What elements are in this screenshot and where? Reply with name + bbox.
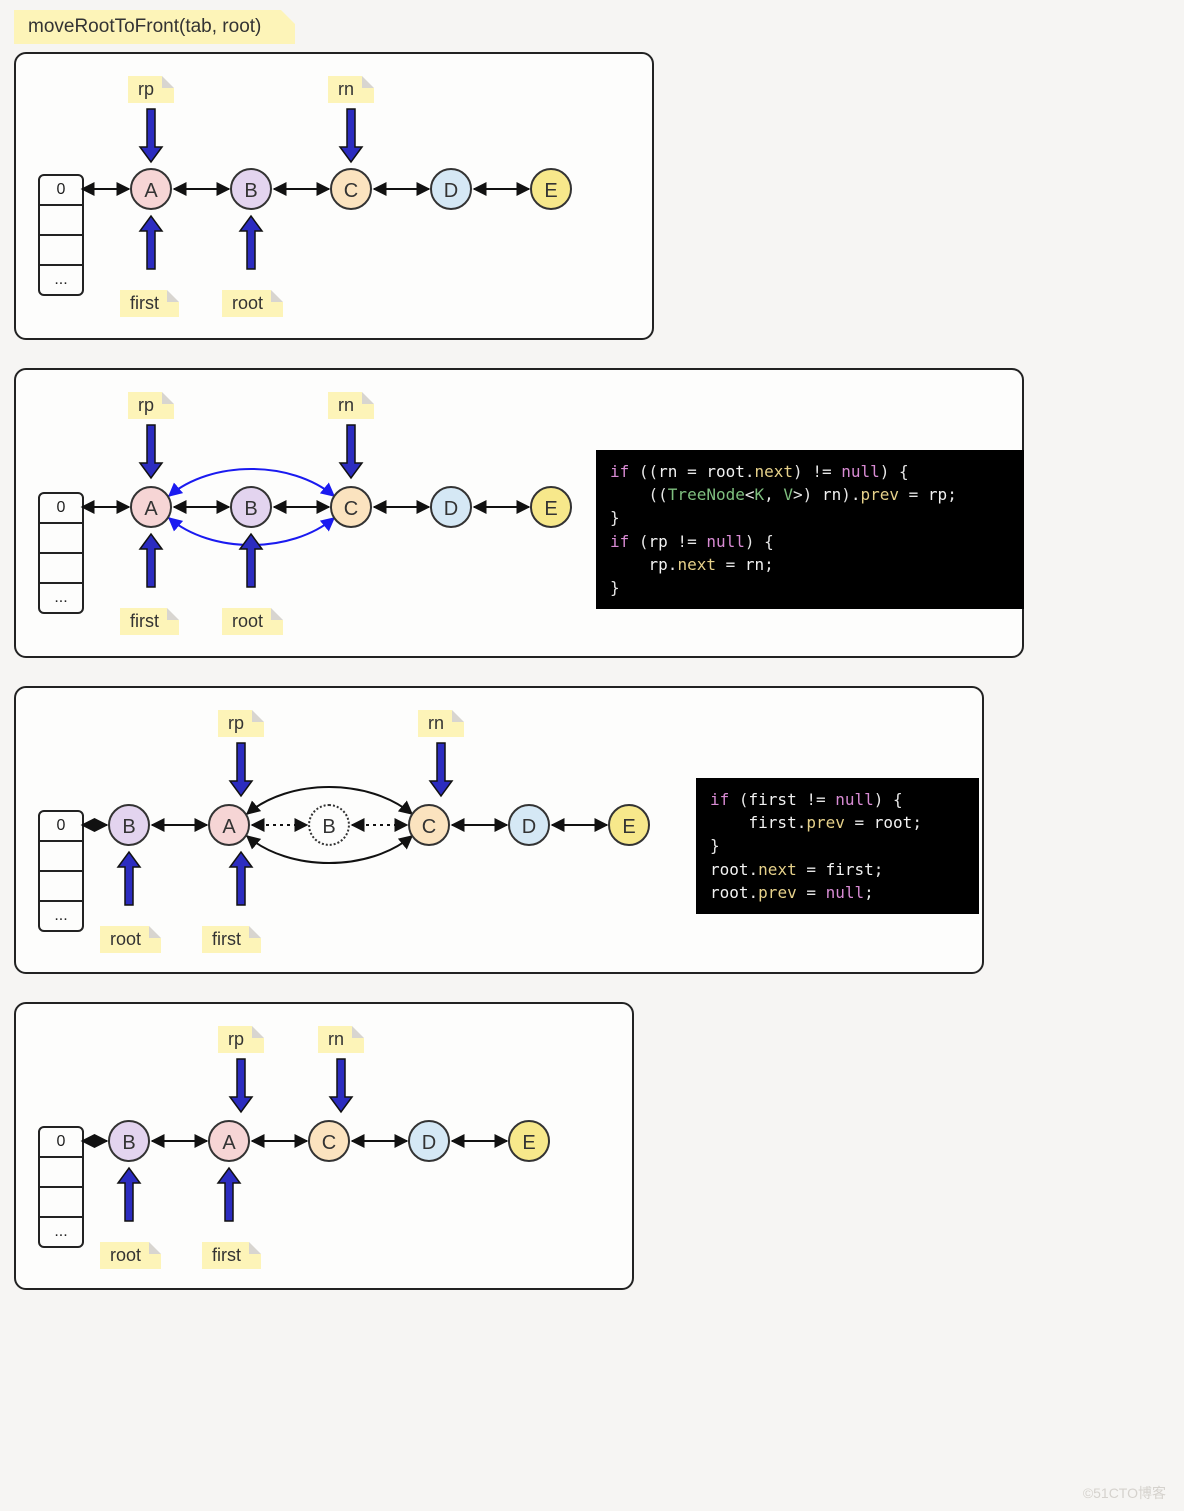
node-d: D [430, 486, 472, 528]
label-root: root [222, 290, 283, 317]
panel-step-4: 0 ... B A C D E rp r [14, 1002, 634, 1290]
title-tag: moveRootToFront(tab, root) [14, 10, 295, 44]
node-a: A [208, 1120, 250, 1162]
label-root: root [222, 608, 283, 635]
watermark: ©51CTO博客 [1083, 1483, 1166, 1503]
label-root: root [100, 926, 161, 953]
panel-step-3: 0 ... B [14, 686, 984, 974]
node-d: D [408, 1120, 450, 1162]
node-a: A [130, 168, 172, 210]
node-a: A [130, 486, 172, 528]
node-e: E [608, 804, 650, 846]
label-first: first [202, 926, 261, 953]
code-block: if (first != null) { first.prev = root; … [696, 778, 979, 914]
panel-step-1: 0 ... A B C D E r [14, 52, 654, 340]
label-first: first [120, 290, 179, 317]
node-e: E [508, 1120, 550, 1162]
node-b-ghost: B [308, 804, 350, 846]
node-b: B [230, 486, 272, 528]
label-rp: rp [218, 710, 264, 737]
label-rp: rp [218, 1026, 264, 1053]
node-e: E [530, 168, 572, 210]
node-d: D [430, 168, 472, 210]
node-a: A [208, 804, 250, 846]
node-c: C [308, 1120, 350, 1162]
code-block: if ((rn = root.next) != null) { ((TreeNo… [596, 450, 1024, 609]
node-c: C [330, 168, 372, 210]
node-b: B [230, 168, 272, 210]
node-b: B [108, 804, 150, 846]
label-rp: rp [128, 392, 174, 419]
label-rn: rn [328, 76, 374, 103]
label-first: first [202, 1242, 261, 1269]
node-d: D [508, 804, 550, 846]
label-rn: rn [328, 392, 374, 419]
node-e: E [530, 486, 572, 528]
label-rn: rn [318, 1026, 364, 1053]
panel-step-2: 0 ... [14, 368, 1024, 658]
label-root: root [100, 1242, 161, 1269]
node-c: C [330, 486, 372, 528]
label-rp: rp [128, 76, 174, 103]
label-first: first [120, 608, 179, 635]
node-b: B [108, 1120, 150, 1162]
label-rn: rn [418, 710, 464, 737]
node-c: C [408, 804, 450, 846]
